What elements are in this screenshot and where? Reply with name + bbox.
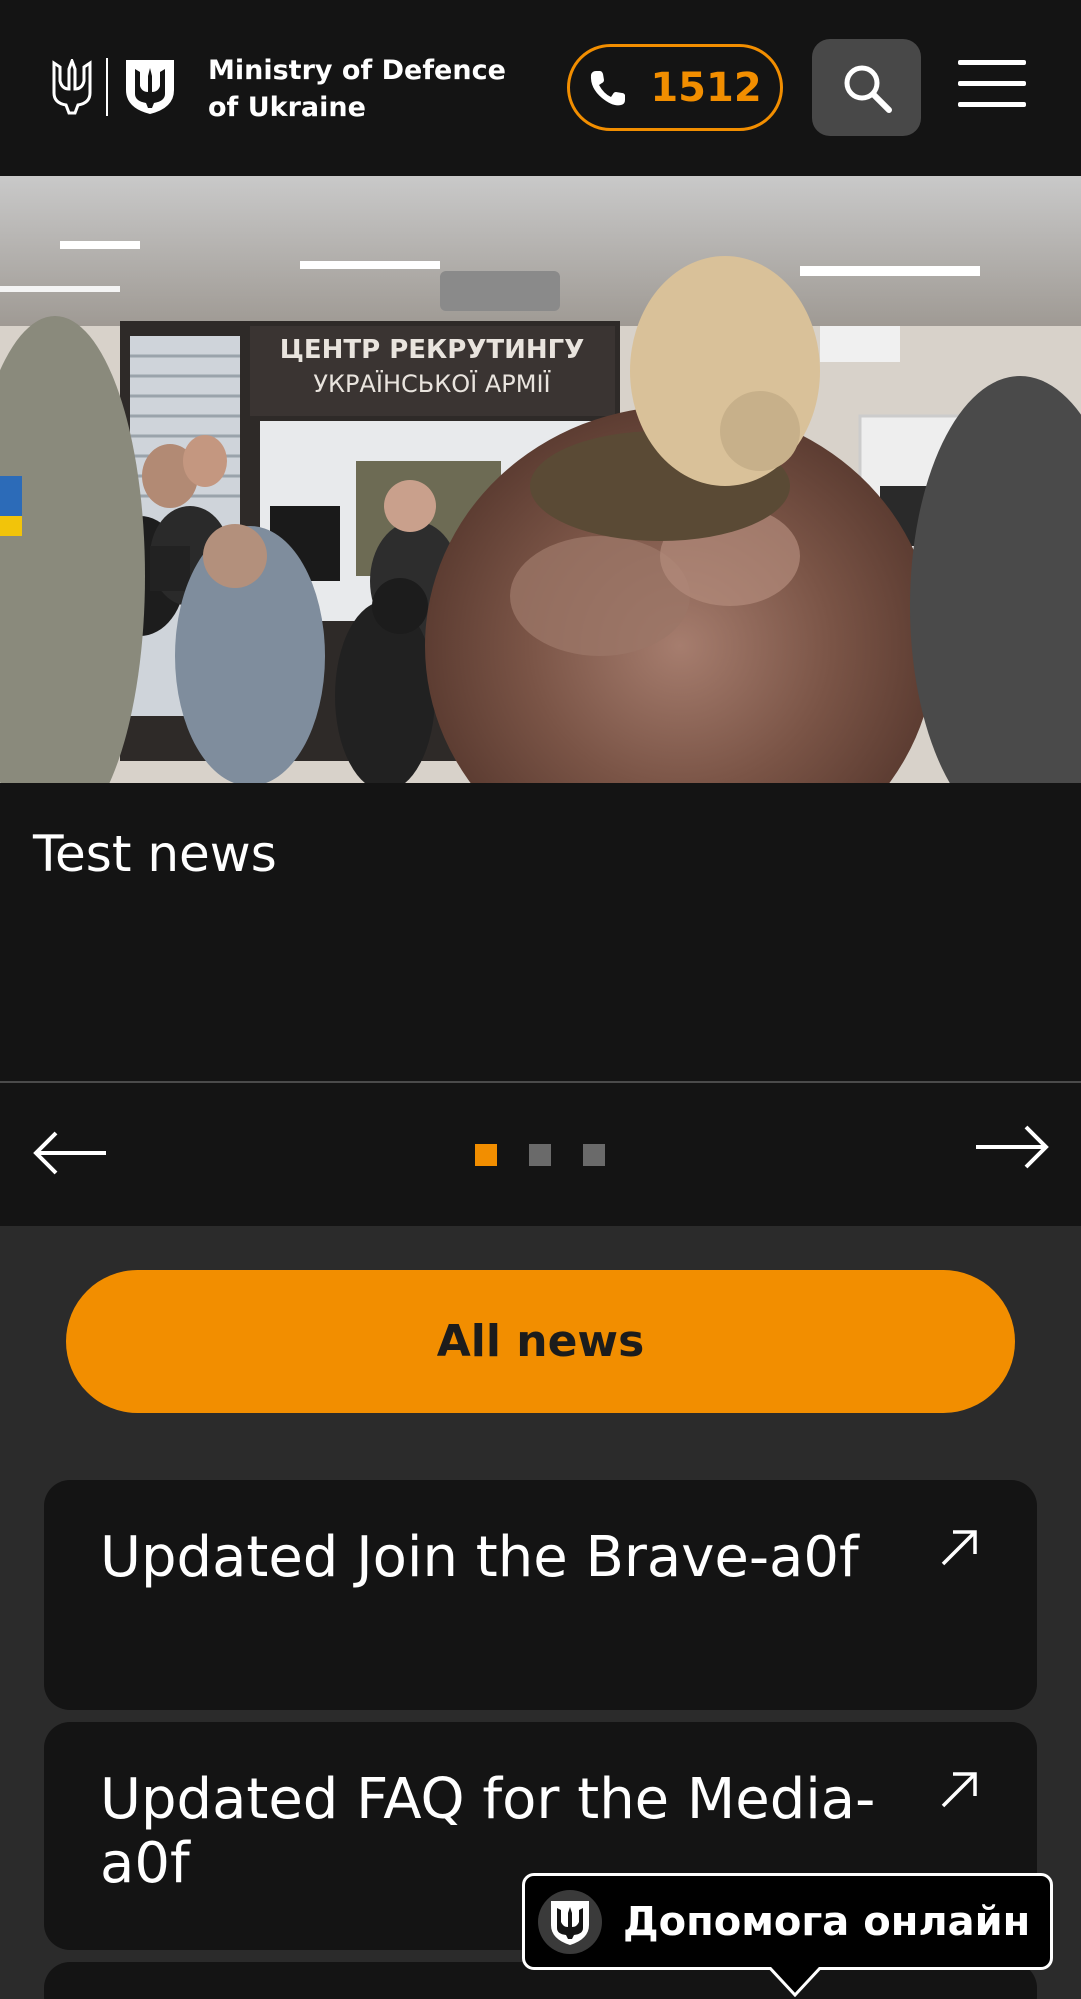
trident-icon (52, 59, 92, 115)
hamburger-menu-button[interactable] (958, 60, 1026, 114)
search-button[interactable] (812, 39, 921, 136)
image-sign-line2: УКРАЇНСЬКОЇ АРМІЇ (313, 369, 551, 398)
shield-icon (126, 60, 174, 114)
menu-line (958, 81, 1026, 86)
external-arrow-icon (941, 1772, 977, 1808)
arrow-right-icon[interactable] (974, 1125, 1050, 1169)
arrow-left-icon[interactable] (32, 1131, 108, 1175)
search-icon (844, 65, 892, 113)
ministry-logo[interactable] (52, 58, 176, 116)
hotline-button[interactable]: 1512 (567, 44, 783, 131)
link-card-title: Updated Join the Brave-a0f (100, 1525, 859, 1590)
news-slider-image[interactable]: ЦЕНТР РЕКРУТИНГУ УКРАЇНСЬКОЇ АРМІЇ (0, 176, 1081, 783)
hotline-number: 1512 (650, 64, 762, 111)
site-header: Ministry of Defence of Ukraine 1512 (0, 0, 1081, 176)
slider-pagination (475, 1144, 605, 1166)
menu-line (958, 60, 1026, 65)
org-name[interactable]: Ministry of Defence of Ukraine (208, 52, 528, 126)
news-caption: Test news (0, 783, 1081, 1081)
all-news-button[interactable]: All news (66, 1270, 1015, 1413)
slider-dot-active[interactable] (475, 1144, 497, 1166)
news-photo: ЦЕНТР РЕКРУТИНГУ УКРАЇНСЬКОЇ АРМІЇ (0, 176, 1081, 783)
image-sign-line1: ЦЕНТР РЕКРУТИНГУ (280, 335, 585, 365)
menu-line (958, 102, 1026, 107)
shield-icon (538, 1889, 602, 1954)
news-title[interactable]: Test news (33, 825, 277, 883)
chat-bubble-tail (769, 1967, 821, 1997)
help-online-button[interactable]: Допомога онлайн (522, 1873, 1053, 1997)
slider-dot[interactable] (529, 1144, 551, 1166)
external-arrow-icon (941, 1530, 977, 1566)
slider-dot[interactable] (583, 1144, 605, 1166)
phone-icon (591, 70, 626, 105)
link-card[interactable]: Updated Join the Brave-a0f (44, 1480, 1037, 1710)
logo-divider (106, 58, 108, 116)
org-name-line1: Ministry of Defence (208, 55, 506, 86)
org-name-line2: of Ukraine (208, 92, 366, 123)
slider-controls (0, 1083, 1081, 1226)
help-online-label: Допомога онлайн (623, 1898, 1031, 1945)
